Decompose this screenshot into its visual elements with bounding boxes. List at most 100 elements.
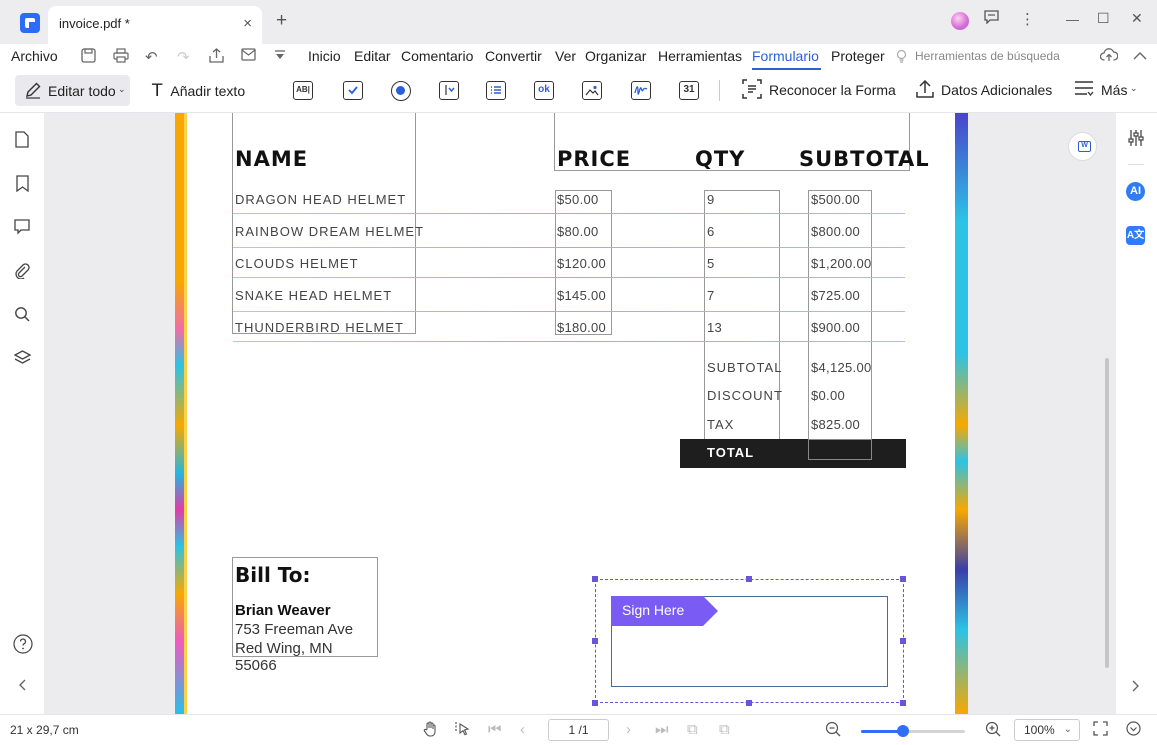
menu-organizar[interactable]: Organizar [585, 48, 646, 64]
comment-icon[interactable] [13, 219, 31, 237]
pdf-page[interactable]: NAME PRICE QTY SUBTOTAL DRAGON HEAD HELM… [175, 113, 968, 714]
summary-value[interactable]: $825.00 [811, 417, 860, 432]
more-options-icon[interactable]: ⋮ [1020, 10, 1035, 28]
date-field-icon[interactable]: 31 [679, 81, 699, 100]
expand-right-icon[interactable] [1126, 679, 1146, 699]
bookmark-icon[interactable] [13, 175, 31, 193]
view-mode-icon[interactable] [1126, 721, 1141, 740]
help-icon[interactable] [13, 634, 33, 654]
maximize-icon[interactable]: ☐ [1097, 10, 1110, 27]
total-field[interactable] [808, 439, 872, 460]
menu-file[interactable]: Archivo [11, 48, 58, 64]
row-subtotal[interactable]: $800.00 [811, 224, 860, 239]
first-page-icon[interactable]: ⏮ [488, 721, 502, 738]
image-field-icon[interactable] [582, 81, 602, 100]
menu-inicio[interactable]: Inicio [308, 48, 341, 64]
resize-handle[interactable] [592, 576, 598, 582]
translate-icon[interactable]: A文 [1126, 226, 1145, 245]
layers-icon[interactable] [13, 350, 31, 368]
row-price[interactable]: $80.00 [557, 224, 599, 239]
sign-here-tag[interactable]: Sign Here [611, 596, 718, 626]
search-tools-link[interactable]: Herramientas de búsqueda [915, 49, 1060, 63]
minimize-icon[interactable]: — [1066, 12, 1079, 27]
edit-all-button[interactable]: Editar todo ⌄ [15, 75, 130, 106]
resize-handle[interactable] [592, 638, 598, 644]
page-thumbnail-icon[interactable] [13, 131, 31, 149]
menu-ver[interactable]: Ver [555, 48, 576, 64]
row-price[interactable]: $120.00 [557, 256, 606, 271]
row-qty[interactable]: 5 [707, 256, 715, 271]
zoom-select[interactable]: 100% ⌄ [1014, 719, 1080, 741]
row-subtotal[interactable]: $900.00 [811, 320, 860, 335]
resize-handle[interactable] [900, 700, 906, 706]
row-price[interactable]: $180.00 [557, 320, 606, 335]
row-price[interactable]: $50.00 [557, 192, 599, 207]
additional-data-button[interactable]: Datos Adicionales [941, 82, 1052, 98]
user-avatar[interactable] [951, 12, 969, 30]
more-button[interactable]: Más [1101, 82, 1127, 98]
resize-handle[interactable] [900, 638, 906, 644]
collapse-left-icon[interactable] [13, 679, 31, 697]
list-box-field-icon[interactable] [486, 81, 506, 100]
row-qty[interactable]: 6 [707, 224, 715, 239]
radio-button-field-icon[interactable] [391, 81, 411, 101]
row-subtotal[interactable]: $1,200.00 [811, 256, 872, 271]
push-button-field-icon[interactable]: ok [534, 81, 554, 100]
menu-formulario[interactable]: Formulario [752, 48, 819, 64]
recognize-form-button[interactable]: Reconocer la Forma [769, 82, 896, 98]
redo-icon[interactable]: ↷ [177, 48, 190, 66]
add-text-button[interactable]: T Añadir texto [152, 81, 245, 101]
menu-comentario[interactable]: Comentario [401, 48, 473, 64]
convert-to-word-button[interactable]: W [1068, 132, 1097, 161]
save-icon[interactable] [81, 48, 96, 67]
hand-tool-icon[interactable] [423, 721, 438, 741]
row-qty[interactable]: 7 [707, 288, 715, 303]
row-qty[interactable]: 13 [707, 320, 722, 335]
properties-sliders-icon[interactable] [1126, 129, 1146, 149]
resize-handle[interactable] [746, 576, 752, 582]
zoom-slider-thumb[interactable] [896, 725, 909, 737]
fit-page-icon[interactable]: ⧉ [687, 721, 698, 738]
quick-access-dropdown-icon[interactable] [274, 48, 286, 65]
select-tool-icon[interactable] [455, 721, 470, 741]
previous-page-icon[interactable]: ‹ [520, 721, 525, 738]
new-tab-button[interactable]: + [276, 10, 287, 32]
attachment-icon[interactable] [13, 263, 31, 281]
share-icon[interactable] [209, 48, 224, 67]
checkbox-field-icon[interactable] [343, 81, 363, 100]
document-canvas[interactable]: NAME PRICE QTY SUBTOTAL DRAGON HEAD HELM… [45, 113, 1115, 714]
resize-handle[interactable] [592, 700, 598, 706]
print-icon[interactable] [113, 48, 129, 67]
resize-handle[interactable] [746, 700, 752, 706]
page-number-input[interactable]: 1 /1 [548, 719, 609, 741]
resize-handle[interactable] [900, 576, 906, 582]
close-window-icon[interactable]: ✕ [1131, 10, 1143, 27]
text-field-icon[interactable]: AB| [293, 81, 313, 100]
menu-herramientas[interactable]: Herramientas [658, 48, 742, 64]
ai-assistant-icon[interactable]: AI [1126, 182, 1145, 201]
email-icon[interactable] [241, 48, 256, 65]
row-price[interactable]: $145.00 [557, 288, 606, 303]
last-page-icon[interactable]: ⏭ [655, 721, 669, 738]
menu-proteger[interactable]: Proteger [831, 48, 885, 64]
zoom-in-icon[interactable] [985, 721, 1001, 741]
search-icon[interactable] [13, 306, 31, 324]
menu-editar[interactable]: Editar [354, 48, 391, 64]
combo-box-field-icon[interactable] [439, 81, 459, 100]
rotate-page-icon[interactable]: ⧉ [719, 721, 730, 738]
zoom-out-icon[interactable] [825, 721, 841, 741]
zoom-slider[interactable] [861, 725, 965, 737]
undo-icon[interactable]: ↶ [145, 48, 158, 66]
document-tab[interactable]: invoice.pdf * × [48, 6, 262, 44]
row-subtotal[interactable]: $725.00 [811, 288, 860, 303]
row-subtotal[interactable]: $500.00 [811, 192, 860, 207]
fullscreen-icon[interactable] [1093, 721, 1108, 740]
vertical-scrollbar[interactable] [1105, 358, 1109, 668]
collapse-ribbon-icon[interactable] [1133, 48, 1147, 65]
menu-convertir[interactable]: Convertir [485, 48, 542, 64]
tab-close-icon[interactable]: × [243, 15, 252, 32]
feedback-icon[interactable] [984, 10, 999, 28]
row-qty[interactable]: 9 [707, 192, 715, 207]
summary-value[interactable]: $0.00 [811, 388, 845, 403]
signature-field-icon[interactable] [631, 81, 651, 100]
